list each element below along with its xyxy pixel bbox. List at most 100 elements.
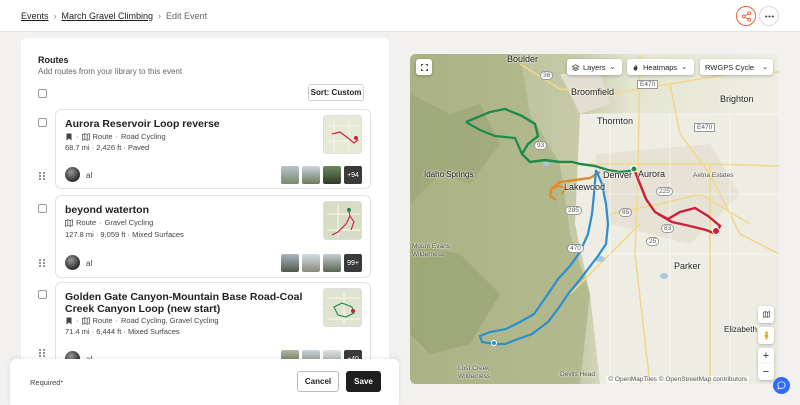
zoom-in-button[interactable]: + bbox=[758, 348, 774, 364]
owner-name: al bbox=[86, 171, 93, 180]
route-stats: 68.7 mi · 2,426 ft · Paved bbox=[65, 143, 150, 152]
route-checkbox[interactable] bbox=[38, 290, 47, 299]
highway-shield: 36 bbox=[540, 71, 554, 80]
map-icon bbox=[81, 316, 90, 325]
map-style-dropdown[interactable]: RWGPS Cycle ⌄ bbox=[700, 59, 773, 75]
route-photo[interactable] bbox=[302, 166, 320, 184]
street-view-button[interactable] bbox=[758, 327, 774, 344]
highway-shield: 225 bbox=[656, 187, 673, 196]
more-options-button[interactable] bbox=[759, 6, 779, 26]
route-card[interactable]: beyond waterton Route · Gravel Cycling 1… bbox=[55, 195, 371, 278]
more-photos-badge[interactable]: 99+ bbox=[344, 254, 362, 272]
place-label: Elizabeth bbox=[724, 325, 757, 334]
route-checkbox[interactable] bbox=[38, 118, 47, 127]
share-button[interactable] bbox=[736, 6, 756, 26]
breadcrumb-events-link[interactable]: Events bbox=[21, 11, 49, 21]
route-photo[interactable] bbox=[281, 166, 299, 184]
highway-shield: 85 bbox=[619, 208, 633, 217]
route-title[interactable]: beyond waterton bbox=[65, 204, 149, 216]
place-label: Aetna Estates bbox=[693, 172, 734, 179]
map-icon bbox=[762, 311, 770, 318]
routes-title: Routes bbox=[38, 55, 69, 65]
breadcrumb-separator: › bbox=[158, 11, 162, 21]
route-photo[interactable] bbox=[302, 254, 320, 272]
route-type: Route bbox=[92, 316, 113, 325]
sort-button[interactable]: Sort: Custom bbox=[308, 84, 364, 101]
route-card[interactable]: Aurora Reservoir Loop reverse · Route · … bbox=[55, 109, 371, 189]
route-map[interactable]: Boulder Broomfield Thornton Brighton Ida… bbox=[410, 54, 779, 384]
place-label: Thornton bbox=[597, 116, 634, 126]
routes-subtitle: Add routes from your library to this eve… bbox=[38, 67, 183, 76]
routes-panel: Routes Add routes from your library to t… bbox=[21, 38, 389, 405]
route-stats: 71.4 mi · 6,444 ft · Mixed Surfaces bbox=[65, 327, 180, 336]
share-icon bbox=[741, 10, 751, 22]
form-footer: Required* Cancel Save bbox=[10, 359, 399, 405]
place-label: Devils Head bbox=[560, 371, 596, 378]
highway-shield: 25 bbox=[646, 237, 660, 246]
chat-button[interactable] bbox=[773, 377, 790, 394]
chevron-down-icon: ⌄ bbox=[609, 64, 616, 71]
pegman-icon bbox=[764, 331, 768, 340]
owner-avatar bbox=[65, 255, 80, 270]
layers-label: Layers bbox=[583, 62, 606, 72]
route-meta: · Route · Road Cycling bbox=[65, 132, 166, 141]
cancel-button[interactable]: Cancel bbox=[297, 371, 339, 392]
place-label: Wilderness bbox=[412, 251, 445, 258]
route-photo[interactable] bbox=[323, 254, 341, 272]
route-title[interactable]: Aurora Reservoir Loop reverse bbox=[65, 118, 220, 130]
map-style-label: RWGPS Cycle bbox=[705, 62, 755, 72]
drag-handle-icon[interactable] bbox=[38, 258, 46, 268]
route-sport: Road Cycling, Gravel Cycling bbox=[121, 316, 219, 325]
bookmark-icon bbox=[66, 133, 72, 140]
map-layers-toggle-button[interactable] bbox=[758, 306, 774, 323]
highway-shield: 285 bbox=[565, 206, 582, 215]
place-label: Lost Creek bbox=[458, 365, 490, 372]
route-stats: 127.8 mi · 9,059 ft · Mixed Surfaces bbox=[65, 230, 184, 239]
route-map-thumbnail[interactable] bbox=[323, 288, 362, 327]
route-photo[interactable] bbox=[323, 166, 341, 184]
layers-icon bbox=[572, 63, 579, 71]
more-photos-badge[interactable]: +94 bbox=[344, 166, 362, 184]
bookmark-icon bbox=[66, 317, 72, 324]
select-all-checkbox[interactable] bbox=[38, 89, 47, 98]
highway-shield: 93 bbox=[534, 141, 548, 150]
owner-avatar bbox=[65, 167, 80, 182]
breadcrumb: Events › March Gravel Climbing › Edit Ev… bbox=[21, 11, 207, 21]
place-label: Brighton bbox=[720, 94, 754, 104]
route-title[interactable]: Golden Gate Canyon-Mountain Base Road-Co… bbox=[65, 291, 315, 315]
more-icon bbox=[764, 14, 774, 18]
breadcrumb-separator: › bbox=[53, 11, 57, 21]
place-label: Idaho Springs bbox=[424, 170, 474, 179]
route-photo[interactable] bbox=[281, 254, 299, 272]
breadcrumb-event-link[interactable]: March Gravel Climbing bbox=[62, 11, 154, 21]
route-meta: · Route · Road Cycling, Gravel Cycling bbox=[65, 316, 219, 325]
highway-shield: 470 bbox=[567, 244, 584, 253]
place-label: Broomfield bbox=[571, 87, 615, 97]
save-button[interactable]: Save bbox=[346, 371, 381, 392]
highway-shield: E470 bbox=[694, 123, 716, 132]
heatmaps-label: Heatmaps bbox=[643, 62, 678, 72]
highway-shield: E470 bbox=[637, 80, 659, 89]
map-icon bbox=[81, 132, 90, 141]
route-map-thumbnail[interactable] bbox=[323, 115, 362, 154]
map-icon bbox=[65, 218, 73, 227]
chevron-down-icon: ⌄ bbox=[762, 64, 768, 71]
route-meta: Route · Gravel Cycling bbox=[65, 218, 153, 227]
fullscreen-button[interactable] bbox=[416, 59, 432, 75]
map-attribution[interactable]: © OpenMapTiles © OpenStreetMap contribut… bbox=[606, 376, 749, 383]
place-label: Lakewood bbox=[564, 182, 606, 192]
route-map-thumbnail[interactable] bbox=[323, 201, 362, 240]
top-bar: Events › March Gravel Climbing › Edit Ev… bbox=[0, 0, 800, 32]
route-type: Route bbox=[76, 218, 97, 227]
route-checkbox[interactable] bbox=[38, 204, 47, 213]
layers-dropdown[interactable]: Layers ⌄ bbox=[567, 59, 622, 75]
drag-handle-icon[interactable] bbox=[38, 348, 46, 358]
heatmaps-dropdown[interactable]: Heatmaps ⌄ bbox=[627, 59, 694, 75]
chevron-down-icon: ⌄ bbox=[681, 64, 688, 71]
drag-handle-icon[interactable] bbox=[38, 171, 46, 181]
highway-shield: 83 bbox=[661, 224, 675, 233]
flame-icon bbox=[633, 63, 638, 71]
route-sport: Gravel Cycling bbox=[104, 218, 154, 227]
place-label: Boulder bbox=[507, 54, 539, 64]
zoom-out-button[interactable]: − bbox=[758, 364, 774, 380]
